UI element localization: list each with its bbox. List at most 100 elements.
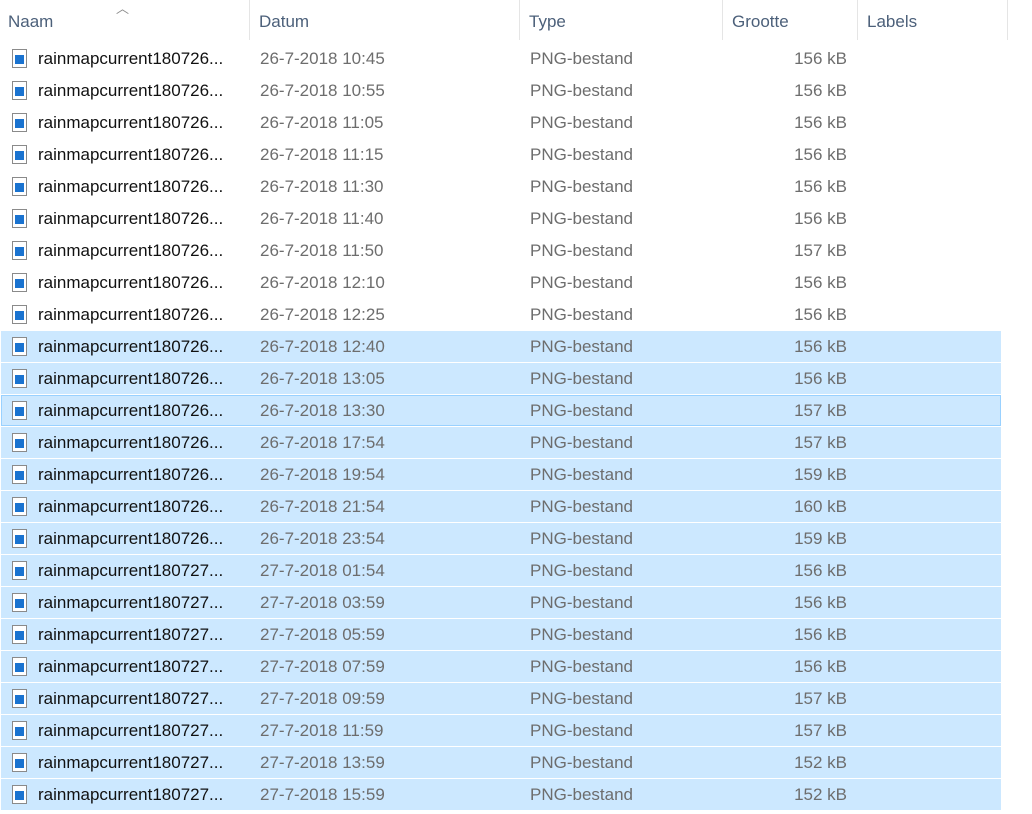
file-size: 152 kB [794, 785, 847, 804]
file-date: 26-7-2018 13:30 [260, 401, 385, 420]
png-image-file-icon [12, 561, 27, 580]
file-row[interactable]: rainmapcurrent180726... 26-7-2018 13:05 … [1, 363, 1001, 394]
file-size: 157 kB [794, 689, 847, 708]
file-size: 160 kB [794, 497, 847, 516]
column-header-date[interactable]: Datum [251, 0, 519, 43]
png-image-file-icon [12, 273, 27, 292]
file-row[interactable]: rainmapcurrent180726... 26-7-2018 10:45 … [1, 43, 1001, 74]
file-size: 156 kB [794, 561, 847, 580]
column-divider[interactable] [519, 0, 520, 40]
file-date: 26-7-2018 10:45 [260, 49, 385, 68]
file-type: PNG-bestand [530, 657, 633, 676]
file-type: PNG-bestand [530, 689, 633, 708]
file-date: 27-7-2018 13:59 [260, 753, 385, 772]
file-row[interactable]: rainmapcurrent180726... 26-7-2018 17:54 … [1, 427, 1001, 458]
file-row[interactable]: rainmapcurrent180727... 27-7-2018 03:59 … [1, 587, 1001, 618]
column-header-labels[interactable]: Labels [859, 0, 1007, 43]
file-size: 157 kB [794, 721, 847, 740]
file-type: PNG-bestand [530, 433, 633, 452]
column-divider[interactable] [857, 0, 858, 40]
png-image-file-icon [12, 593, 27, 612]
file-row[interactable]: rainmapcurrent180726... 26-7-2018 23:54 … [1, 523, 1001, 554]
file-size: 159 kB [794, 465, 847, 484]
file-row[interactable]: rainmapcurrent180727... 27-7-2018 05:59 … [1, 619, 1001, 650]
file-row[interactable]: rainmapcurrent180726... 26-7-2018 12:40 … [1, 331, 1001, 362]
file-name: rainmapcurrent180727... [38, 561, 224, 580]
file-size: 156 kB [794, 369, 847, 388]
file-name: rainmapcurrent180727... [38, 689, 224, 708]
file-date: 26-7-2018 12:25 [260, 305, 385, 324]
file-type: PNG-bestand [530, 785, 633, 804]
file-row[interactable]: rainmapcurrent180727... 27-7-2018 15:59 … [1, 779, 1001, 810]
file-date: 27-7-2018 09:59 [260, 689, 385, 708]
file-date: 27-7-2018 03:59 [260, 593, 385, 612]
file-type: PNG-bestand [530, 209, 633, 228]
file-size: 156 kB [794, 625, 847, 644]
file-name: rainmapcurrent180727... [38, 625, 224, 644]
file-date: 26-7-2018 11:40 [260, 209, 384, 228]
file-size: 156 kB [794, 593, 847, 612]
column-divider[interactable] [249, 0, 250, 40]
png-image-file-icon [12, 369, 27, 388]
file-name: rainmapcurrent180726... [38, 401, 224, 420]
file-type: PNG-bestand [530, 305, 633, 324]
file-size: 157 kB [794, 241, 847, 260]
file-row[interactable]: rainmapcurrent180726... 26-7-2018 11:50 … [1, 235, 1001, 266]
file-size: 156 kB [794, 273, 847, 292]
file-size: 156 kB [794, 49, 847, 68]
file-row[interactable]: rainmapcurrent180727... 27-7-2018 13:59 … [1, 747, 1001, 778]
file-type: PNG-bestand [530, 401, 633, 420]
file-row[interactable]: rainmapcurrent180727... 27-7-2018 07:59 … [1, 651, 1001, 682]
file-row[interactable]: rainmapcurrent180726... 26-7-2018 21:54 … [1, 491, 1001, 522]
column-divider[interactable] [1007, 0, 1008, 40]
file-size: 156 kB [794, 81, 847, 100]
png-image-file-icon [12, 177, 27, 196]
column-header-name[interactable]: Naam [0, 0, 249, 43]
file-row[interactable]: rainmapcurrent180726... 26-7-2018 11:05 … [1, 107, 1001, 138]
file-date: 26-7-2018 17:54 [260, 433, 385, 452]
file-row[interactable]: rainmapcurrent180726... 26-7-2018 11:30 … [1, 171, 1001, 202]
file-size: 156 kB [794, 113, 847, 132]
file-date: 27-7-2018 01:54 [260, 561, 385, 580]
file-type: PNG-bestand [530, 625, 633, 644]
png-image-file-icon [12, 657, 27, 676]
file-size: 156 kB [794, 209, 847, 228]
column-header-size[interactable]: Grootte [724, 0, 857, 43]
file-name: rainmapcurrent180726... [38, 177, 224, 196]
file-name: rainmapcurrent180726... [38, 369, 224, 388]
file-row[interactable]: rainmapcurrent180726... 26-7-2018 19:54 … [1, 459, 1001, 490]
file-name: rainmapcurrent180726... [38, 337, 224, 356]
file-date: 27-7-2018 11:59 [260, 721, 384, 740]
file-name: rainmapcurrent180726... [38, 465, 224, 484]
png-image-file-icon [12, 401, 27, 420]
file-date: 26-7-2018 11:05 [260, 113, 384, 132]
png-image-file-icon [12, 433, 27, 452]
file-row[interactable]: rainmapcurrent180726... 26-7-2018 11:40 … [1, 203, 1001, 234]
file-date: 26-7-2018 12:40 [260, 337, 385, 356]
file-type: PNG-bestand [530, 753, 633, 772]
file-row[interactable]: rainmapcurrent180727... 27-7-2018 11:59 … [1, 715, 1001, 746]
file-size: 156 kB [794, 657, 847, 676]
file-row[interactable]: rainmapcurrent180727... 27-7-2018 09:59 … [1, 683, 1001, 714]
file-size: 159 kB [794, 529, 847, 548]
file-row[interactable]: rainmapcurrent180726... 26-7-2018 10:55 … [1, 75, 1001, 106]
png-image-file-icon [12, 497, 27, 516]
file-row[interactable]: rainmapcurrent180726... 26-7-2018 12:10 … [1, 267, 1001, 298]
column-divider[interactable] [722, 0, 723, 40]
file-row[interactable]: rainmapcurrent180726... 26-7-2018 12:25 … [1, 299, 1001, 330]
file-size: 157 kB [794, 401, 847, 420]
file-size: 156 kB [794, 145, 847, 164]
file-size: 156 kB [794, 337, 847, 356]
png-image-file-icon [12, 337, 27, 356]
file-name: rainmapcurrent180726... [38, 305, 224, 324]
file-name: rainmapcurrent180727... [38, 657, 224, 676]
file-row[interactable]: rainmapcurrent180726... 26-7-2018 13:30 … [1, 395, 1001, 426]
column-header-type[interactable]: Type [521, 0, 722, 43]
file-row[interactable]: rainmapcurrent180726... 26-7-2018 11:15 … [1, 139, 1001, 170]
file-name: rainmapcurrent180726... [38, 529, 224, 548]
file-type: PNG-bestand [530, 81, 633, 100]
file-name: rainmapcurrent180726... [38, 273, 224, 292]
png-image-file-icon [12, 81, 27, 100]
file-date: 26-7-2018 21:54 [260, 497, 385, 516]
file-row[interactable]: rainmapcurrent180727... 27-7-2018 01:54 … [1, 555, 1001, 586]
